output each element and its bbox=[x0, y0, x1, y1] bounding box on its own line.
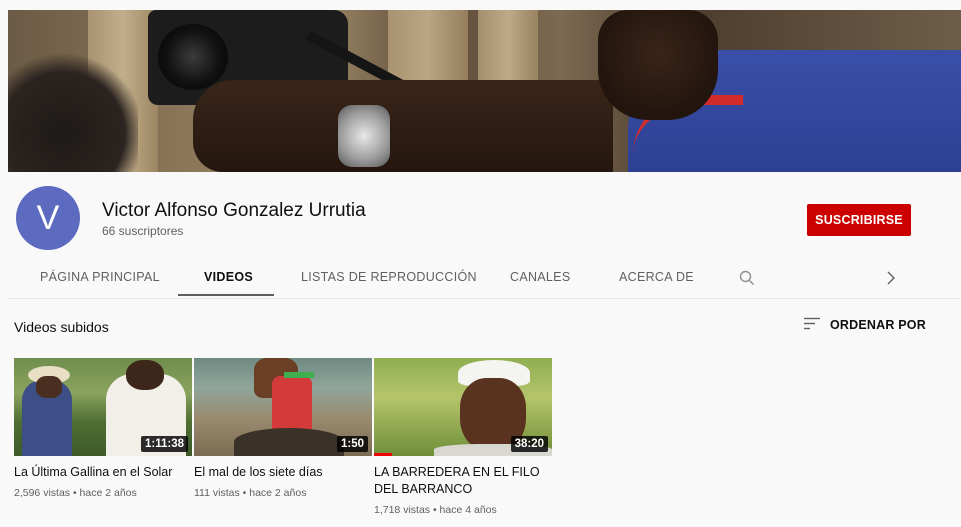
video-card[interactable]: 1:50 El mal de los siete días 111 vistas… bbox=[194, 358, 372, 499]
banner-watch bbox=[338, 105, 390, 167]
channel-tabs: PÁGINA PRINCIPAL VIDEOS LISTAS DE REPROD… bbox=[8, 260, 961, 298]
video-duration: 1:50 bbox=[336, 436, 368, 452]
video-thumbnail[interactable]: 1:50 bbox=[194, 358, 372, 456]
subscribe-button[interactable]: SUSCRIBIRSE bbox=[807, 204, 911, 236]
banner-hair bbox=[8, 50, 138, 172]
active-tab-indicator bbox=[178, 294, 274, 296]
search-icon[interactable] bbox=[736, 267, 758, 289]
watch-progress bbox=[374, 453, 392, 456]
video-duration: 38:20 bbox=[510, 436, 548, 452]
subscriber-count: 66 suscriptores bbox=[102, 224, 184, 238]
sort-button[interactable]: ORDENAR POR bbox=[804, 317, 926, 333]
section-title: Videos subidos bbox=[14, 319, 109, 335]
chevron-right-icon[interactable] bbox=[880, 267, 902, 289]
banner-arm bbox=[193, 80, 613, 172]
tab-home[interactable]: PÁGINA PRINCIPAL bbox=[40, 270, 160, 284]
video-card[interactable]: 38:20 LA BARREDERA EN EL FILO DEL BARRAN… bbox=[374, 358, 552, 516]
tab-playlists[interactable]: LISTAS DE REPRODUCCIÓN bbox=[301, 270, 477, 284]
video-meta: 2,596 vistas • hace 2 años bbox=[14, 487, 137, 499]
tab-channels[interactable]: CANALES bbox=[510, 270, 570, 284]
sort-icon bbox=[804, 317, 820, 333]
channel-page: V Victor Alfonso Gonzalez Urrutia 66 sus… bbox=[8, 10, 961, 527]
tabs-divider bbox=[8, 298, 961, 299]
thumb-canoe bbox=[234, 428, 344, 456]
video-meta: 1,718 vistas • hace 4 años bbox=[374, 504, 497, 516]
banner-face bbox=[598, 10, 718, 120]
video-duration: 1:11:38 bbox=[140, 436, 188, 452]
video-title[interactable]: La Última Gallina en el Solar bbox=[14, 464, 192, 481]
thumb-face bbox=[126, 360, 164, 390]
channel-banner bbox=[8, 10, 961, 172]
video-meta: 111 vistas • hace 2 años bbox=[194, 487, 307, 499]
channel-name: Victor Alfonso Gonzalez Urrutia bbox=[102, 200, 366, 221]
video-thumbnail[interactable]: 1:11:38 bbox=[14, 358, 192, 456]
tab-about[interactable]: ACERCA DE bbox=[619, 270, 694, 284]
thumb-waistband bbox=[284, 372, 314, 378]
video-thumbnail[interactable]: 38:20 bbox=[374, 358, 552, 456]
video-title[interactable]: El mal de los siete días bbox=[194, 464, 372, 481]
sort-label: ORDENAR POR bbox=[830, 318, 926, 332]
video-title[interactable]: LA BARREDERA EN EL FILO DEL BARRANCO bbox=[374, 464, 552, 498]
banner-camera-lens bbox=[158, 24, 228, 90]
tab-videos[interactable]: VIDEOS bbox=[204, 270, 253, 284]
video-card[interactable]: 1:11:38 La Última Gallina en el Solar 2,… bbox=[14, 358, 192, 499]
avatar[interactable]: V bbox=[16, 186, 80, 250]
thumb-face bbox=[36, 376, 62, 398]
